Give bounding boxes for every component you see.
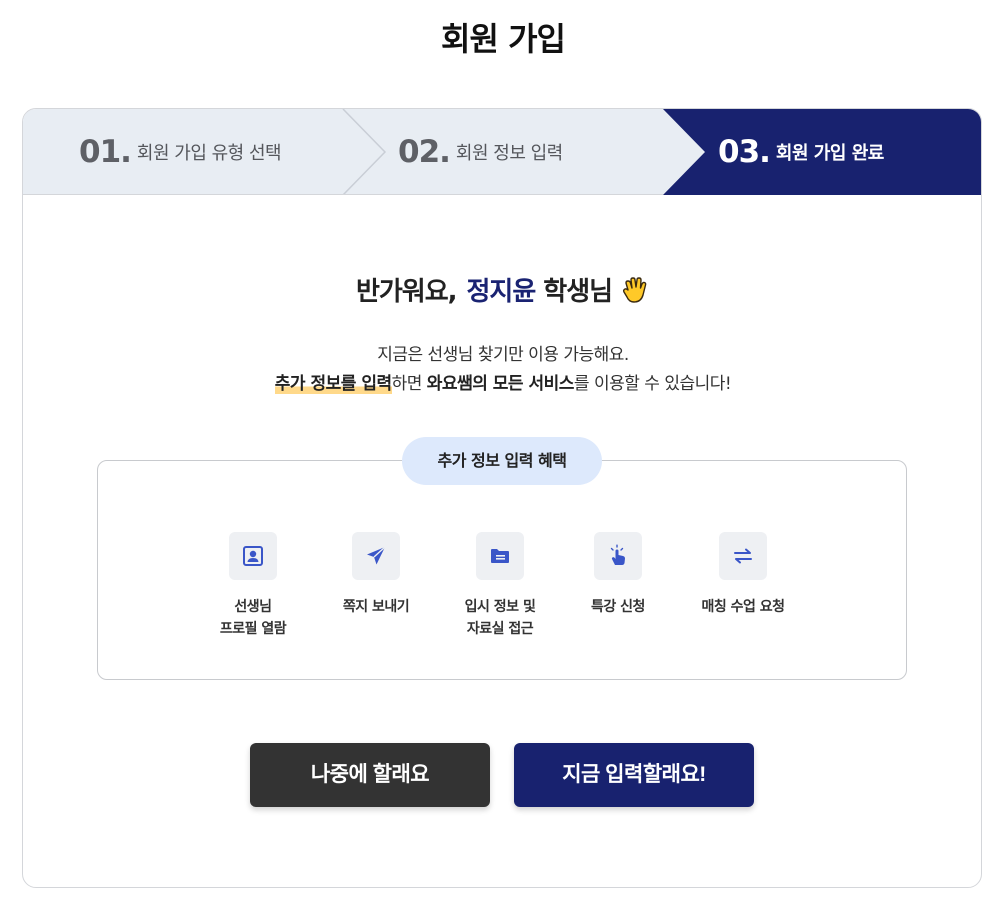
profile-card-icon [229,532,277,580]
welcome-suffix: 학생님 [543,277,613,307]
enter-now-button[interactable]: 지금 입력할래요! [514,743,754,807]
benefit-label-line: 특강 신청 [591,599,645,615]
benefit-label-line: 선생님 [234,599,272,615]
benefit-item-profile: 선생님 프로필 열람 [188,532,318,640]
welcome-prefix: 반가워요, [355,277,458,307]
benefit-label-profile: 선생님 프로필 열람 [188,596,318,640]
folder-icon [476,532,524,580]
description-line-1: 지금은 선생님 찾기만 이용 가능해요. [377,345,629,365]
benefit-label-line: 프로필 열람 [219,621,287,637]
hand-pointer-icon [594,532,642,580]
step-2-label: 회원 정보 입력 [455,143,563,164]
benefit-item-matching: 매칭 수업 요청 [678,532,808,618]
step-2: 02. 회원 정보 입력 [398,109,563,195]
step-1-number: 01. [79,134,132,170]
step-1-label: 회원 가입 유형 선택 [136,143,282,164]
benefit-label-admissions: 입시 정보 및 자료실 접근 [435,596,565,640]
swap-arrows-icon [719,532,767,580]
signup-card: 01. 회원 가입 유형 선택 02. 회원 정보 입력 03. 회원 가입 완… [22,108,982,888]
benefits-title: 추가 정보 입력 혜택 [402,437,602,485]
description-highlight: 추가 정보를 입력 [274,374,392,394]
later-button[interactable]: 나중에 할래요 [250,743,490,807]
step-2-number: 02. [398,134,451,170]
page-title: 회원 가입 [441,20,566,58]
student-name: 정지윤 [466,277,537,307]
benefit-label-line: 입시 정보 및 [464,599,536,615]
step-1: 01. 회원 가입 유형 선택 [79,109,282,195]
paper-plane-icon [352,532,400,580]
step-3-label: 회원 가입 완료 [775,143,884,164]
benefit-item-lecture: 특강 신청 [553,532,683,618]
step-3: 03. 회원 가입 완료 [718,109,884,195]
waving-hand-icon [620,275,650,305]
benefit-label-line: 자료실 접근 [466,621,534,637]
benefit-label-matching: 매칭 수업 요청 [678,596,808,618]
benefit-label-line: 매칭 수업 요청 [701,599,785,615]
welcome-description: 지금은 선생님 찾기만 이용 가능해요. 추가 정보를 입력하면 와요쌤의 모든… [23,341,981,399]
benefit-label-lecture: 특강 신청 [553,596,683,618]
welcome-heading: 반가워요, 정지윤 학생님 [23,271,981,308]
benefit-item-admissions: 입시 정보 및 자료실 접근 [435,532,565,640]
benefit-item-message: 쪽지 보내기 [311,532,441,618]
description-end: 를 이용할 수 있습니다! [573,374,732,394]
benefit-label-line: 쪽지 보내기 [342,599,410,615]
description-bold: 와요쌤의 모든 서비스 [426,374,575,394]
step-progress-bar: 01. 회원 가입 유형 선택 02. 회원 정보 입력 03. 회원 가입 완… [23,109,981,195]
benefit-label-message: 쪽지 보내기 [311,596,441,618]
description-middle: 하면 [391,374,427,394]
description-line-2: 추가 정보를 입력하면 와요쌤의 모든 서비스를 이용할 수 있습니다! [23,370,981,399]
step-3-number: 03. [718,134,771,170]
